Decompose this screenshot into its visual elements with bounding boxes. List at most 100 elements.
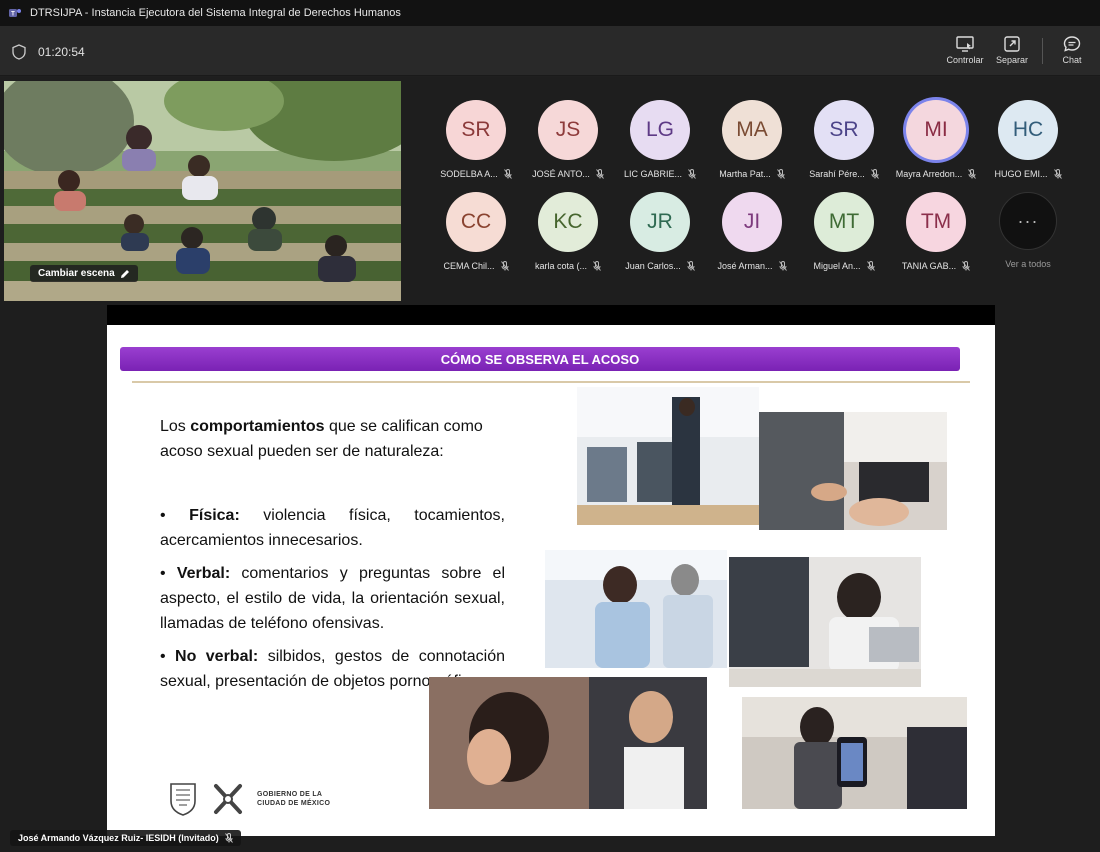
avatar: KC <box>538 192 598 252</box>
meeting-timer: 01:20:54 <box>38 45 85 59</box>
shield-icon <box>12 44 26 60</box>
bullet-label: Verbal: <box>176 565 231 582</box>
participant-tile[interactable]: SR SODELBA A... <box>430 100 522 179</box>
pop-out-icon <box>1004 36 1020 52</box>
mic-muted-icon <box>1053 169 1062 179</box>
office-photo-2 <box>545 550 727 668</box>
intro-bold: comportamientos <box>190 418 325 435</box>
participant-name: JOSÉ ANTO... <box>532 169 590 179</box>
participant-tile[interactable]: KC karla cota (... <box>522 192 614 271</box>
avatar: LG <box>630 100 690 160</box>
participant-tile[interactable]: JR Juan Carlos... <box>614 192 706 271</box>
government-text: GOBIERNO DE LA CIUDAD DE MÉXICO <box>257 790 330 808</box>
avatar: JR <box>630 192 690 252</box>
avatar: HC <box>998 100 1058 160</box>
participant-name-row: Sarahí Pére... <box>798 169 890 179</box>
participant-name: CEMA Chil... <box>443 261 495 271</box>
government-logos: GOBIERNO DE LA CIUDAD DE MÉXICO <box>167 781 330 817</box>
participant-name-row: LIC GABRIE... <box>614 169 706 179</box>
slide-bullets: • Física: violencia física, tocamientos,… <box>160 503 505 702</box>
participant-tile[interactable]: CC CEMA Chil... <box>430 192 522 271</box>
cdmx-logo-icon <box>214 784 242 814</box>
participant-name: José Arman... <box>717 261 773 271</box>
participant-name: Martha Pat... <box>719 169 771 179</box>
participant-name: Miguel An... <box>813 261 861 271</box>
participant-name: Sarahí Pére... <box>809 169 865 179</box>
unwanted-advance-photo <box>429 677 707 809</box>
participant-name-row: JOSÉ ANTO... <box>522 169 614 179</box>
participant-tile[interactable]: JS JOSÉ ANTO... <box>522 100 614 179</box>
mic-muted-icon <box>968 169 977 179</box>
participant-tile[interactable]: MI Mayra Arredon... <box>890 100 982 179</box>
participant-name: Juan Carlos... <box>625 261 681 271</box>
control-label: Controlar <box>946 55 984 65</box>
bullet-verbal: • Verbal: comentarios y preguntas sobre … <box>160 565 506 632</box>
presenter-label: José Armando Vázquez Ruiz- IESIDH (Invit… <box>10 830 241 846</box>
slide-header: CÓMO SE OBSERVA EL ACOSO <box>120 347 960 371</box>
mic-muted-icon <box>593 261 601 271</box>
bullet-label: No verbal: <box>175 648 259 665</box>
participant-name-row: Martha Pat... <box>706 169 798 179</box>
avatar: CC <box>446 192 506 252</box>
mic-muted-icon <box>870 169 879 179</box>
toolbar-divider <box>1042 38 1043 64</box>
change-scene-button[interactable]: Cambiar escena <box>30 265 138 282</box>
avatar: TM <box>906 192 966 252</box>
avatar: MI <box>906 100 966 160</box>
chat-button[interactable]: Chat <box>1050 35 1094 65</box>
mic-muted-icon <box>596 169 604 179</box>
intro-pre: Los <box>160 418 191 435</box>
mic-muted-icon <box>503 169 512 179</box>
view-all-label: Ver a todos <box>1005 259 1051 269</box>
participant-name-row: Mayra Arredon... <box>890 169 982 179</box>
participant-name-row: SODELBA A... <box>430 169 522 179</box>
participant-name-row: TANIA GAB... <box>890 261 982 271</box>
participant-name: Mayra Arredon... <box>895 169 963 179</box>
participant-name-row: Juan Carlos... <box>614 261 706 271</box>
participant-tile[interactable]: HC HUGO EMI... <box>982 100 1074 179</box>
svg-text:T: T <box>11 12 15 18</box>
shared-slide: CÓMO SE OBSERVA EL ACOSO Los comportamie… <box>107 325 995 836</box>
participant-name: TANIA GAB... <box>901 261 957 271</box>
mic-muted-icon <box>224 833 233 843</box>
mic-muted-icon <box>776 169 785 179</box>
view-all-button[interactable]: ··· Ver a todos <box>982 192 1074 269</box>
phone-photo <box>742 697 967 809</box>
participant-tile[interactable]: JI José Arman... <box>706 192 798 271</box>
mic-muted-icon <box>688 169 696 179</box>
participant-name-row: karla cota (... <box>522 261 614 271</box>
avatar: SR <box>446 100 506 160</box>
coat-of-arms-icon <box>170 783 196 816</box>
control-button[interactable]: Controlar <box>943 35 987 65</box>
avatar: JS <box>538 100 598 160</box>
distressed-woman-photo <box>729 557 921 687</box>
participant-name: LIC GABRIE... <box>623 169 683 179</box>
participant-tile[interactable]: MT Miguel An... <box>798 192 890 271</box>
participant-name-row: CEMA Chil... <box>430 261 522 271</box>
participant-name-row: José Arman... <box>706 261 798 271</box>
separate-label: Separar <box>995 55 1029 65</box>
separate-button[interactable]: Separar <box>990 35 1034 65</box>
mic-muted-icon <box>686 261 695 271</box>
gov-line-2: CIUDAD DE MÉXICO <box>257 800 331 807</box>
participant-name: HUGO EMI... <box>994 169 1048 179</box>
window-title: DTRSIJPA - Instancia Ejecutora del Siste… <box>30 7 401 19</box>
participant-tile[interactable]: TM TANIA GAB... <box>890 192 982 271</box>
participant-name-row: Miguel An... <box>798 261 890 271</box>
slide-divider <box>132 381 970 383</box>
mic-muted-icon <box>778 261 787 271</box>
bullet-physical: • Física: violencia física, tocamientos,… <box>160 507 506 549</box>
gov-line-1: GOBIERNO DE LA <box>257 791 323 798</box>
pencil-icon <box>120 269 129 278</box>
participant-tile[interactable]: SR Sarahí Pére... <box>798 100 890 179</box>
bullet-label: Física: <box>189 507 240 524</box>
chat-label: Chat <box>1062 55 1082 65</box>
participant-tile[interactable]: MA Martha Pat... <box>706 100 798 179</box>
participant-name-row: HUGO EMI... <box>982 169 1074 179</box>
meeting-toolbar: 01:20:54 Controlar Separar Chat <box>0 26 1100 76</box>
change-scene-label: Cambiar escena <box>38 268 115 279</box>
mic-muted-icon <box>962 261 971 271</box>
participant-tile[interactable]: LG LIC GABRIE... <box>614 100 706 179</box>
avatar: MT <box>814 192 874 252</box>
avatar: SR <box>814 100 874 160</box>
